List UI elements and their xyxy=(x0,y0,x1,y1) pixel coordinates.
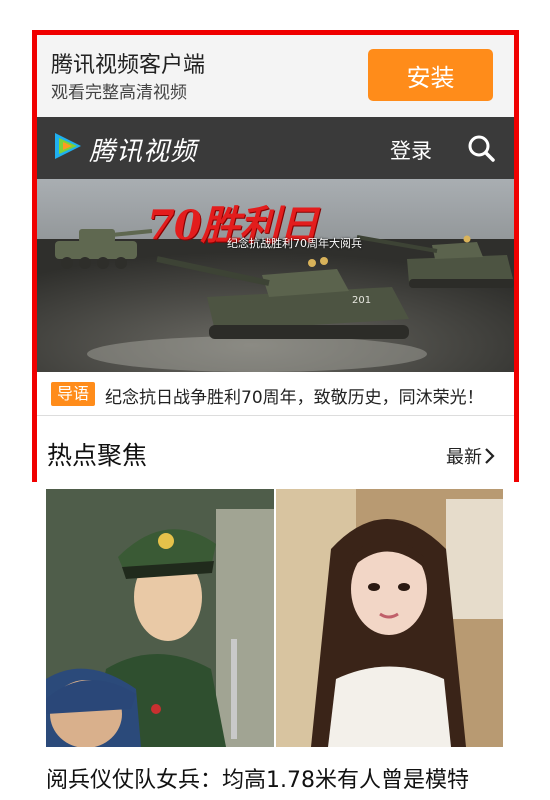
promo-tagline: 观看完整高清视频 xyxy=(51,83,187,103)
search-icon[interactable] xyxy=(465,132,497,164)
app-promo-bar: 腾讯视频客户端 观看完整高清视频 安装 xyxy=(37,35,514,117)
tank-number: 201 xyxy=(352,295,371,306)
login-link[interactable]: 登录 xyxy=(390,135,432,165)
model-photo-image xyxy=(276,489,503,747)
promo-app-name: 腾讯视频客户端 xyxy=(51,53,206,78)
lead-tag: 导语 xyxy=(51,382,96,406)
latest-link-label: 最新 xyxy=(446,447,482,468)
latest-link[interactable]: 最新 xyxy=(446,443,496,469)
lead-caption[interactable]: 导语 纪念抗日战争胜利70周年，致敬历史，同沐荣光！ xyxy=(37,372,514,416)
top-nav-bar: 腾讯视频 登录 xyxy=(37,117,514,179)
section-title: 热点聚焦 xyxy=(47,441,148,470)
soldier-photo-image xyxy=(46,489,274,747)
lead-text: 纪念抗日战争胜利70周年，致敬历史，同沐荣光！ xyxy=(105,388,484,408)
banner-subtitle: 纪念抗战胜利70周年大阅兵 xyxy=(227,237,362,250)
section-header: 热点聚焦 最新 xyxy=(37,416,514,482)
chevron-right-icon xyxy=(485,448,495,464)
feature-photo-soldier[interactable] xyxy=(46,489,274,747)
feature-photo-model[interactable] xyxy=(276,489,503,747)
feature-headline[interactable]: 阅兵仪仗队女兵：均高1.78米有人曾是模特 xyxy=(46,762,469,794)
hero-banner[interactable]: 201 70胜利日 纪念抗战胜利70周年大阅兵 xyxy=(37,179,514,372)
install-button[interactable]: 安装 xyxy=(368,49,493,101)
logo-text[interactable]: 腾讯视频 xyxy=(89,131,197,168)
tencent-video-logo-icon xyxy=(55,133,81,159)
